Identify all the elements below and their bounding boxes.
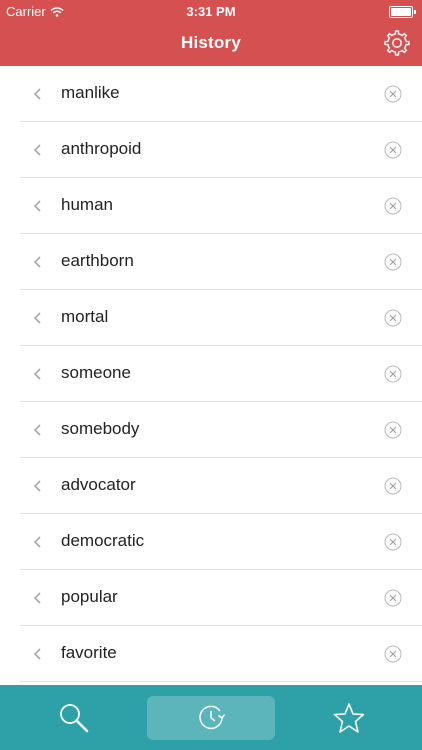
battery-tip [414, 10, 416, 14]
chevron-left-icon [34, 424, 41, 436]
remove-icon[interactable] [384, 421, 402, 439]
chevron-left-icon [34, 88, 41, 100]
settings-button[interactable] [382, 28, 412, 58]
remove-icon[interactable] [384, 589, 402, 607]
remove-icon[interactable] [384, 533, 402, 551]
history-item[interactable]: someone [20, 346, 422, 402]
history-word: somebody [61, 419, 140, 438]
tab-bar [0, 685, 422, 750]
history-item[interactable]: manlike [20, 66, 422, 122]
chevron-left-icon [34, 200, 41, 212]
tab-favorites[interactable] [275, 685, 422, 750]
history-item[interactable]: democratic [20, 514, 422, 570]
history-item[interactable]: anthropoid [20, 122, 422, 178]
remove-icon[interactable] [384, 477, 402, 495]
battery-fill [391, 8, 411, 16]
history-word: someone [61, 363, 131, 382]
history-word: human [61, 195, 113, 214]
history-word: mortal [61, 307, 109, 326]
navigation-bar: Carrier 3:31 PM History [0, 0, 422, 66]
tab-history[interactable] [147, 685, 275, 750]
chevron-left-icon [34, 368, 41, 380]
battery-icon [389, 6, 416, 18]
chevron-left-icon [34, 256, 41, 268]
history-item[interactable]: somebody [20, 402, 422, 458]
history-word: manlike [61, 83, 120, 102]
history-word: earthborn [61, 251, 134, 270]
remove-icon[interactable] [384, 645, 402, 663]
selected-tab-highlight [147, 695, 275, 740]
history-item[interactable]: human [20, 178, 422, 234]
battery-body [389, 6, 413, 18]
remove-icon[interactable] [384, 365, 402, 383]
history-list: manlike anthropoid human earthborn mortal som… [0, 66, 422, 685]
history-word: popular [61, 587, 118, 606]
history-word: advocator [61, 475, 136, 494]
history-clock-icon [199, 705, 226, 729]
tab-search[interactable] [0, 685, 147, 750]
chevron-left-icon [34, 592, 41, 604]
page-title: History [181, 33, 241, 52]
clock: 3:31 PM [186, 4, 236, 19]
star-icon [333, 702, 364, 733]
remove-icon[interactable] [384, 197, 402, 215]
history-word: favorite [61, 643, 117, 662]
remove-icon[interactable] [384, 253, 402, 271]
search-icon [59, 703, 88, 732]
status-bar: Carrier 3:31 PM [0, 0, 422, 22]
remove-icon[interactable] [384, 141, 402, 159]
chevron-left-icon [34, 312, 41, 324]
remove-icon[interactable] [384, 309, 402, 327]
history-item[interactable]: advocator [20, 458, 422, 514]
chevron-left-icon [34, 144, 41, 156]
gear-icon [384, 30, 410, 56]
history-item[interactable]: mortal [20, 290, 422, 346]
remove-icon[interactable] [384, 85, 402, 103]
history-item[interactable]: favorite [20, 626, 422, 682]
history-word: democratic [61, 531, 145, 550]
chevron-left-icon [34, 648, 41, 660]
history-word: anthropoid [61, 139, 142, 158]
chevron-left-icon [34, 536, 41, 548]
chevron-left-icon [34, 480, 41, 492]
history-item[interactable]: popular [20, 570, 422, 626]
history-item[interactable]: earthborn [20, 234, 422, 290]
